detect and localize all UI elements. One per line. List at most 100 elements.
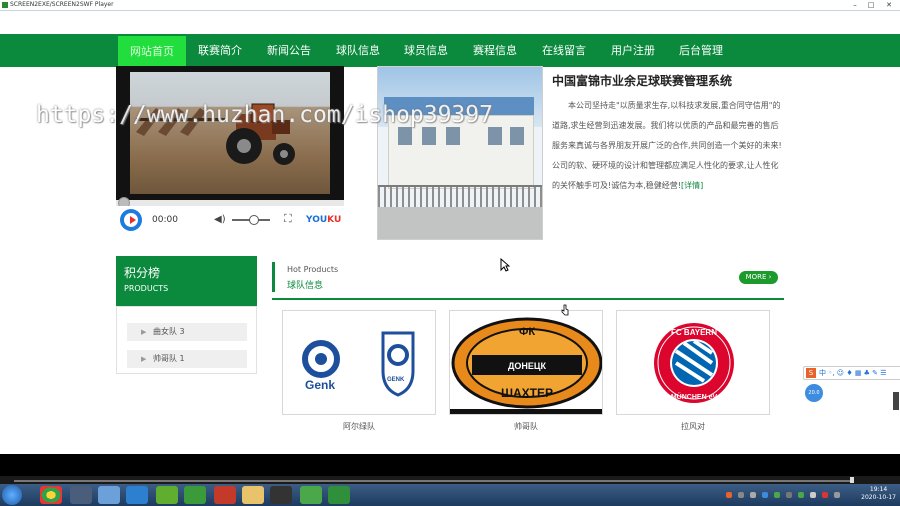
folder-icon[interactable] <box>242 486 264 504</box>
tray-icon[interactable] <box>726 492 732 498</box>
flash-icon[interactable] <box>214 486 236 504</box>
fc-bayern-munchen-logo: FC BAYERN MÜNCHEN eV <box>654 323 734 403</box>
player-seek-bar[interactable] <box>0 476 900 484</box>
chrome-icon[interactable] <box>40 486 62 504</box>
qq-icon[interactable] <box>270 486 292 504</box>
volume-icon[interactable]: ◀) <box>214 214 226 226</box>
player-app-icon <box>2 2 8 8</box>
maximize-button[interactable]: □ <box>864 0 878 10</box>
shakhtar-donetsk-logo: ФК ДОНЕЦК ШАХТЕР <box>450 317 602 414</box>
nav-item-news[interactable]: 新闻公告 <box>259 34 319 67</box>
arrow-right-icon: ▶ <box>141 355 147 363</box>
shakhtar-city-text: ДОНЕЦК <box>508 361 546 371</box>
team-card-label[interactable]: 帅哥队 <box>449 421 603 432</box>
floating-assistant-ball[interactable]: 20.0 <box>805 384 823 402</box>
tray-icon[interactable] <box>810 492 816 498</box>
taskbar-app-icon[interactable] <box>98 486 120 504</box>
genk-logos: Genk GENK <box>302 331 415 397</box>
tray-icon[interactable] <box>834 492 840 498</box>
volume-knob[interactable] <box>249 215 259 225</box>
intro-body-text: 本公司坚持走"以质量求生存,以科技求发展,重合同守信用"的道路,求生经营到迅速发… <box>552 101 782 190</box>
sogou-icon: S <box>806 368 816 378</box>
player-title-bar: SCREEN2EXE/SCREEN2SWF Player – □ ✕ <box>0 0 900 11</box>
team-card-shakhtar[interactable]: ФК ДОНЕЦК ШАХТЕР <box>449 310 603 415</box>
nav-item-messages[interactable]: 在线留言 <box>534 34 594 67</box>
shakhtar-name-text: ШАХТЕР <box>501 386 553 400</box>
tray-icon[interactable] <box>750 492 756 498</box>
tray-icon[interactable] <box>738 492 744 498</box>
nav-item-register[interactable]: 用户注册 <box>603 34 663 67</box>
intro-title: 中国富锦市业余足球联赛管理系统 <box>552 74 733 88</box>
hand-cursor-icon <box>561 304 569 316</box>
taskbar-app-icon[interactable] <box>328 486 350 504</box>
bayern-bottom-text: MÜNCHEN eV <box>671 392 718 401</box>
section-divider <box>272 298 784 300</box>
company-building-image <box>377 66 543 240</box>
team-card-label[interactable]: 拉风对 <box>616 421 770 432</box>
ranking-item-label: 帅哥队 1 <box>153 354 185 363</box>
player-title: SCREEN2EXE/SCREEN2SWF Player <box>10 1 114 8</box>
section-accent-bar <box>272 262 275 292</box>
start-button-icon[interactable] <box>2 485 22 505</box>
tray-icon[interactable] <box>786 492 792 498</box>
ime-controls[interactable]: 中 ◦, ☺ ♦ ▦ ♣ ✎ ☰ <box>819 367 887 379</box>
clock-date: 2020-10-17 <box>861 494 896 501</box>
close-button[interactable]: ✕ <box>882 0 896 10</box>
intro-more-link[interactable]: [详情] <box>681 181 703 190</box>
windows-taskbar: 19:14 2020-10-17 <box>0 484 900 506</box>
tray-icon[interactable] <box>798 492 804 498</box>
video-time: 00:00 <box>152 215 178 225</box>
nav-item-league-intro[interactable]: 联赛简介 <box>190 34 250 67</box>
ranking-subtitle: PRODUCTS <box>124 284 169 293</box>
nav-item-schedule[interactable]: 赛程信息 <box>465 34 525 67</box>
team-card-label[interactable]: 阿尔绿队 <box>282 421 436 432</box>
tray-icon[interactable] <box>762 492 768 498</box>
tray-icon[interactable] <box>774 492 780 498</box>
side-scroll-handle[interactable] <box>893 392 899 410</box>
more-button[interactable]: MORE › <box>739 271 778 284</box>
youku-ku: KU <box>327 215 342 225</box>
nav-item-players[interactable]: 球员信息 <box>396 34 456 67</box>
youku-logo: YOUKU <box>306 206 341 234</box>
player-seek-knob[interactable] <box>850 477 854 483</box>
system-clock[interactable]: 19:14 2020-10-17 <box>861 486 896 502</box>
play-button[interactable] <box>120 209 142 231</box>
url-watermark: https://www.huzhan.com/ishop39397 <box>36 102 493 128</box>
intro-body: 本公司坚持走"以质量求生存,以科技求发展,重合同守信用"的道路,求生经营到迅速发… <box>552 96 782 196</box>
play-icon <box>124 213 138 227</box>
video-player[interactable] <box>116 66 344 200</box>
team-card-genk[interactable]: Genk GENK <box>282 310 436 415</box>
taskbar-app-icon[interactable] <box>184 486 206 504</box>
genk-small-wordmark: GENK <box>387 377 405 383</box>
fullscreen-icon[interactable]: ⛶ <box>284 213 296 225</box>
nav-item-admin[interactable]: 后台管理 <box>671 34 731 67</box>
taskbar-app-icon[interactable] <box>70 486 92 504</box>
nav-item-teams[interactable]: 球队信息 <box>328 34 388 67</box>
hot-products-title-en: Hot Products <box>287 265 339 274</box>
mouse-cursor-icon <box>500 258 510 272</box>
ranking-item[interactable]: ▶ 帅哥队 1 <box>127 350 247 368</box>
player-seek-track[interactable] <box>14 480 850 482</box>
video-controls: 00:00 ◀) ⛶ YOUKU <box>116 206 344 234</box>
ranking-item[interactable]: ▶ 曲女队 3 <box>127 323 247 341</box>
ranking-header: 积分榜 PRODUCTS <box>116 256 257 306</box>
clock-time: 19:14 <box>869 486 888 493</box>
ranking-title: 积分榜 <box>124 266 161 280</box>
genk-wordmark: Genk <box>305 378 335 392</box>
tray-icon[interactable] <box>822 492 828 498</box>
arrow-right-icon: ▶ <box>141 328 147 336</box>
taskbar-app-icon[interactable] <box>156 486 178 504</box>
video-frame <box>130 72 330 194</box>
main-nav: 网站首页 联赛简介 新闻公告 球队信息 球员信息 赛程信息 在线留言 用户注册 … <box>0 34 900 67</box>
ranking-list: ▶ 曲女队 3 ▶ 帅哥队 1 <box>116 306 257 374</box>
taskbar-app-icon[interactable] <box>126 486 148 504</box>
team-card-bayern[interactable]: FC BAYERN MÜNCHEN eV <box>616 310 770 415</box>
ime-toolbar[interactable]: S 中 ◦, ☺ ♦ ▦ ♣ ✎ ☰ <box>803 366 900 380</box>
hot-products-title-cn: 球队信息 <box>287 281 324 291</box>
youku-you: YOU <box>306 215 328 225</box>
site-header-space <box>0 11 900 34</box>
wechat-icon[interactable] <box>300 486 322 504</box>
minimize-button[interactable]: – <box>848 0 862 10</box>
nav-item-home[interactable]: 网站首页 <box>118 36 186 67</box>
ranking-item-label: 曲女队 3 <box>153 327 185 336</box>
